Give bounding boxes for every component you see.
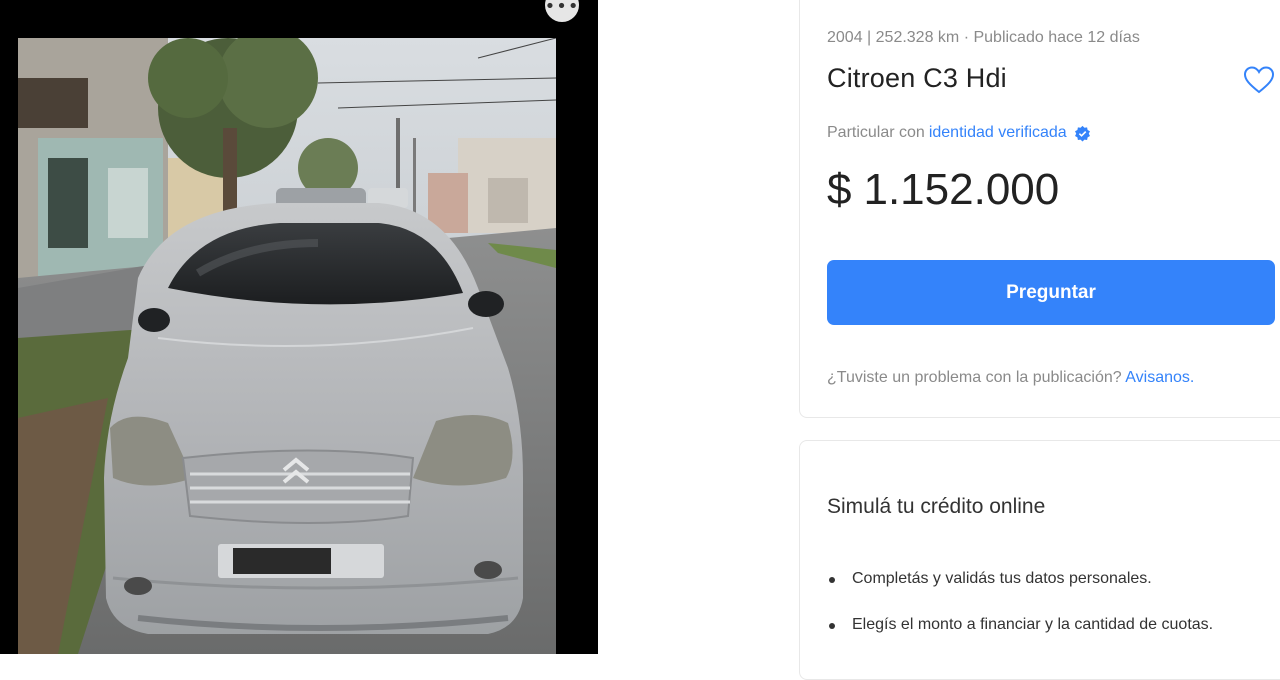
listing-title: Citroen C3 Hdi	[827, 63, 1007, 93]
car-photo-image	[18, 38, 556, 654]
more-options-icon: •••	[544, 0, 580, 17]
verified-badge-icon	[1074, 125, 1090, 141]
seller-info: Particular con identidad verificada	[827, 124, 1091, 142]
price-currency: $	[827, 165, 852, 214]
heart-icon	[1243, 66, 1275, 94]
price-value: 1.152.000	[863, 165, 1060, 214]
report-link[interactable]: Avisanos.	[1125, 369, 1194, 386]
credit-step: Elegís el monto a financiar y la cantida…	[827, 613, 1227, 637]
more-options-button[interactable]: •••	[545, 0, 579, 22]
ask-question-button[interactable]: Preguntar	[827, 260, 1275, 325]
identity-verified-link[interactable]: identidad verificada	[929, 124, 1067, 142]
photo-gallery[interactable]: •••	[0, 0, 598, 654]
listing-info-card: 2004 | 252.328 km · Publicado hace 12 dí…	[799, 0, 1280, 418]
listing-photo[interactable]	[18, 38, 556, 654]
price: $ 1.152.000	[827, 165, 1059, 215]
credit-steps-list: Completás y validás tus datos personales…	[827, 567, 1227, 659]
listing-meta: 2004 | 252.328 km · Publicado hace 12 dí…	[827, 29, 1140, 46]
report-text: ¿Tuviste un problema con la publicación?	[827, 369, 1122, 386]
report-problem: ¿Tuviste un problema con la publicación?…	[827, 369, 1194, 387]
credit-step: Completás y validás tus datos personales…	[827, 567, 1227, 591]
credit-title: Simulá tu crédito online	[827, 495, 1046, 518]
credit-simulator-card: Simulá tu crédito online Completás y val…	[799, 440, 1280, 680]
seller-prefix: Particular con	[827, 124, 925, 141]
favorite-button[interactable]	[1243, 65, 1275, 95]
